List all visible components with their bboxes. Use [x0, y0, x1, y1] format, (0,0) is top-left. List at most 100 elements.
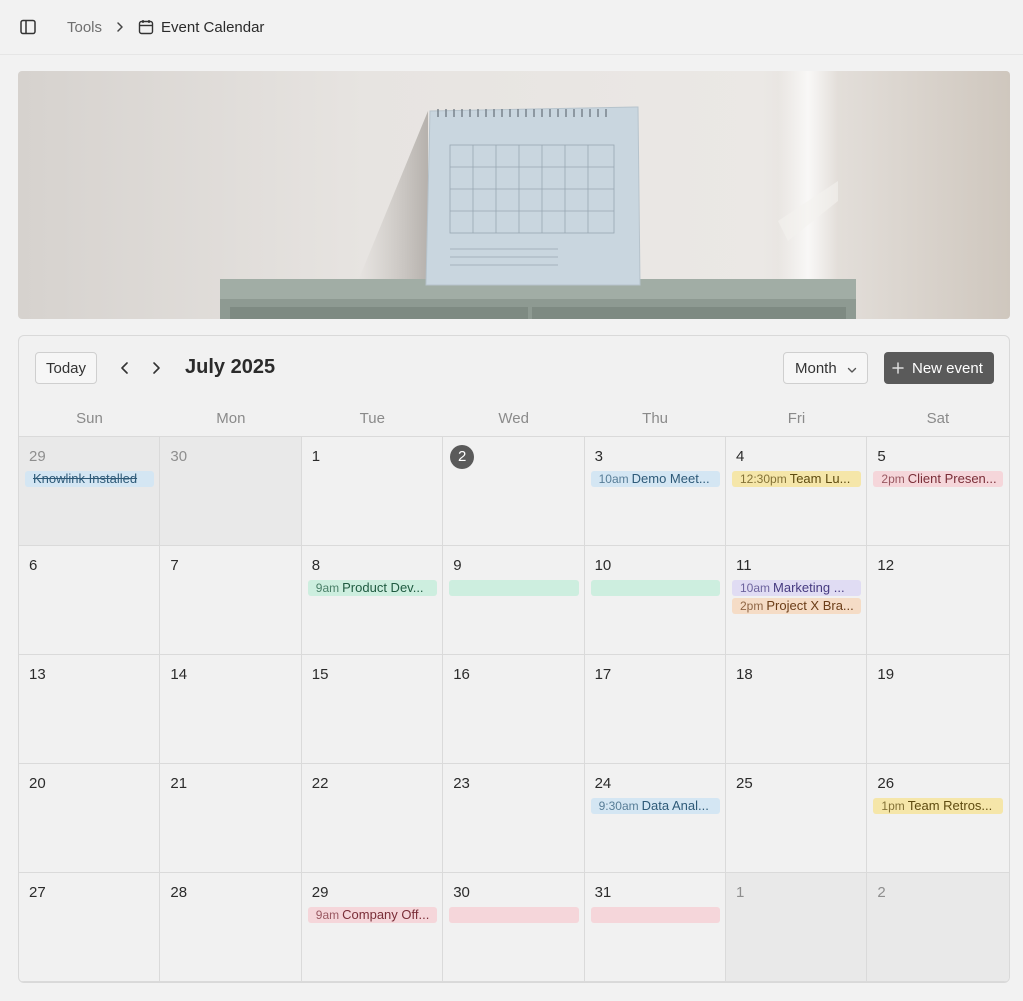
- day-cell[interactable]: 5 2pm Client Presen...: [867, 437, 1009, 546]
- today-button[interactable]: Today: [35, 352, 97, 384]
- event-chip[interactable]: Knowlink Installed: [25, 471, 155, 487]
- day-number: 20: [29, 775, 46, 792]
- day-number: 29: [29, 448, 46, 465]
- day-cell[interactable]: 9: [443, 546, 585, 655]
- weekday-sun: Sun: [76, 410, 103, 427]
- day-cell[interactable]: 30: [443, 873, 585, 982]
- day-number: 24: [594, 775, 612, 792]
- event-time: 9:30am: [598, 799, 639, 813]
- day-cell[interactable]: 13: [19, 655, 161, 764]
- day-cell[interactable]: 2: [867, 873, 1009, 982]
- event-chip[interactable]: 9am Company Off...: [307, 907, 438, 923]
- day-cell[interactable]: 20: [19, 764, 161, 873]
- event-chip[interactable]: 9am Product Dev...: [307, 580, 438, 596]
- day-number: 25: [736, 775, 753, 792]
- header-divider: [0, 54, 1023, 55]
- month-grid: 29 Knowlink Installed 30 1 2 3 10am Demo Meet..…: [19, 436, 1009, 982]
- day-number: 21: [170, 775, 188, 792]
- day-number: 5: [877, 448, 886, 465]
- event-chip[interactable]: 2pm Project X Bra...: [732, 598, 862, 614]
- day-cell[interactable]: 15: [301, 655, 444, 764]
- day-cell[interactable]: 24 9:30am Data Anal...: [584, 764, 726, 873]
- day-number: 19: [877, 666, 895, 683]
- weekday-thu: Thu: [642, 410, 669, 427]
- day-cell[interactable]: 6: [19, 546, 161, 655]
- event-title: Team Lu...: [789, 471, 851, 486]
- event-chip[interactable]: 10am Demo Meet...: [590, 471, 720, 487]
- day-cell[interactable]: 7: [160, 546, 302, 655]
- day-cell[interactable]: 14: [160, 655, 302, 764]
- day-cell[interactable]: 29 Knowlink Installed: [19, 437, 161, 546]
- day-cell[interactable]: 30: [160, 437, 302, 546]
- day-cell[interactable]: 18: [726, 655, 868, 764]
- day-number: 17: [594, 666, 612, 683]
- day-number: 9: [453, 557, 462, 574]
- chevron-right-icon[interactable]: [146, 358, 166, 378]
- day-cell[interactable]: 23: [443, 764, 585, 873]
- event-chip[interactable]: 10am Marketing ...: [732, 580, 862, 596]
- day-cell[interactable]: 12: [867, 546, 1009, 655]
- day-cell[interactable]: 16: [443, 655, 585, 764]
- day-number: 1: [736, 884, 745, 901]
- day-number: 30: [170, 448, 188, 465]
- event-chip[interactable]: [449, 580, 579, 596]
- day-cell[interactable]: 4 12:30pm Team Lu...: [726, 437, 868, 546]
- day-cell[interactable]: 29 9am Company Off...: [301, 873, 444, 982]
- plus-icon: [892, 362, 904, 374]
- day-cell[interactable]: 3 10am Demo Meet...: [584, 437, 726, 546]
- today-day-number: 2: [450, 445, 475, 469]
- chevron-right-icon: [115, 21, 125, 33]
- new-event-button[interactable]: New event: [884, 352, 994, 384]
- event-title: Project X Bra...: [766, 598, 854, 613]
- day-cell[interactable]: 31: [584, 873, 726, 982]
- event-chip[interactable]: 9:30am Data Anal...: [590, 798, 720, 814]
- day-cell[interactable]: 25: [726, 764, 868, 873]
- day-cell[interactable]: 11 10am Marketing ... 2pm Project X Bra...: [726, 546, 868, 655]
- event-chip[interactable]: [449, 907, 579, 923]
- day-cell[interactable]: 21: [160, 764, 302, 873]
- day-cell[interactable]: 1: [301, 437, 444, 546]
- weekday-fri: Fri: [787, 410, 806, 427]
- day-cell[interactable]: 2: [443, 437, 585, 546]
- day-cell[interactable]: 22: [301, 764, 444, 873]
- day-number: 29: [311, 884, 329, 901]
- day-cell[interactable]: 17: [584, 655, 726, 764]
- sidebar-toggle-icon[interactable]: [19, 18, 37, 36]
- event-chip[interactable]: 1pm Team Retros...: [873, 798, 1003, 814]
- day-number: 13: [29, 666, 46, 683]
- day-cell[interactable]: 10: [584, 546, 726, 655]
- breadcrumb: Tools Event Calendar: [67, 17, 264, 37]
- day-number: 23: [453, 775, 470, 792]
- view-select[interactable]: Month: [783, 352, 868, 384]
- day-cell[interactable]: 26 1pm Team Retros...: [867, 764, 1009, 873]
- day-cell[interactable]: 1: [726, 873, 868, 982]
- calendar-card: Today July 2025 Month New event Sun Mon Tu…: [18, 335, 1010, 983]
- day-number: 4: [736, 448, 745, 465]
- day-cell[interactable]: 19: [867, 655, 1009, 764]
- event-chip[interactable]: [590, 907, 720, 923]
- chevron-left-icon[interactable]: [115, 358, 135, 378]
- event-chip[interactable]: 2pm Client Presen...: [873, 471, 1003, 487]
- event-title: Team Retros...: [907, 798, 993, 813]
- top-bar: Tools Event Calendar: [0, 0, 1023, 54]
- weekday-header: Sun Mon Tue Wed Thu Fri Sat: [19, 402, 1009, 436]
- day-cell[interactable]: 28: [160, 873, 302, 982]
- new-event-label: New event: [912, 359, 983, 377]
- day-number: 28: [170, 884, 188, 901]
- day-number: 26: [877, 775, 895, 792]
- event-time: 9am: [315, 908, 340, 922]
- day-number: 15: [311, 666, 329, 683]
- event-chip[interactable]: 12:30pm Team Lu...: [732, 471, 862, 487]
- event-title: Product Dev...: [342, 580, 424, 595]
- day-number: 27: [29, 884, 46, 901]
- weekday-tue: Tue: [359, 410, 385, 427]
- day-number: 18: [736, 666, 753, 683]
- event-time: 10am: [740, 581, 771, 595]
- day-cell[interactable]: 27: [19, 873, 161, 982]
- event-chip[interactable]: [590, 580, 720, 596]
- event-time: 1pm: [881, 799, 905, 813]
- event-time: 2pm: [881, 472, 905, 486]
- day-number: 8: [311, 557, 321, 574]
- breadcrumb-tools-link[interactable]: Tools: [67, 19, 102, 36]
- day-cell[interactable]: 8 9am Product Dev...: [301, 546, 444, 655]
